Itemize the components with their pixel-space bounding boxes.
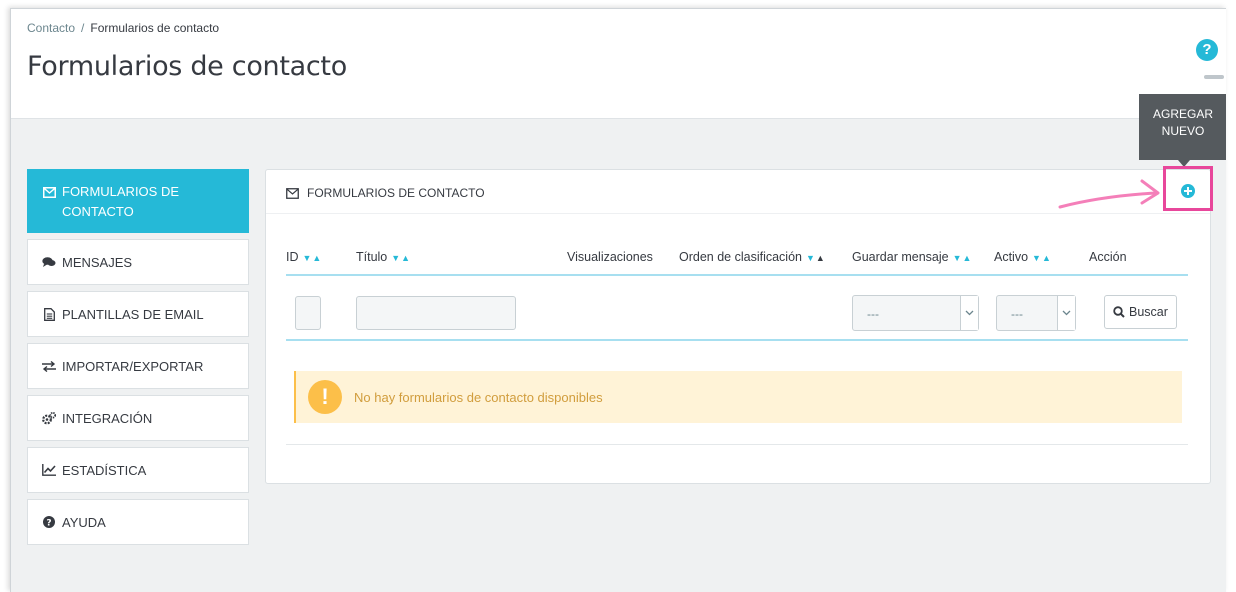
- envelope-icon: [42, 185, 56, 199]
- exchange-icon: [42, 359, 56, 373]
- annotation-arrow-icon: [1058, 179, 1160, 209]
- help-icon[interactable]: ?: [1196, 39, 1218, 61]
- line-chart-icon: [42, 463, 56, 477]
- svg-text:?: ?: [46, 518, 51, 528]
- filter-titulo-input[interactable]: [356, 296, 516, 330]
- page-header: Contacto / Formularios de contacto Formula…: [11, 9, 1226, 119]
- divider: [286, 444, 1188, 445]
- select-value: ---: [1011, 307, 1023, 321]
- sidebar-item-label: FORMULARIOS DE CONTACTO: [62, 184, 180, 219]
- sidebar-item-label: INTEGRACIÓN: [62, 410, 153, 426]
- search-button-label: Buscar: [1129, 305, 1168, 319]
- breadcrumb-separator: /: [81, 21, 85, 35]
- comments-icon: [42, 255, 56, 269]
- tooltip-line1: AGREGAR: [1152, 107, 1213, 121]
- add-new-tooltip: AGREGAR NUEVO: [1139, 94, 1226, 160]
- sidebar-item-label: PLANTILLAS DE EMAIL: [62, 306, 204, 322]
- search-icon: [1113, 306, 1125, 318]
- tooltip-line2: NUEVO: [1161, 124, 1205, 138]
- sort-icon: ▼▲: [952, 253, 973, 263]
- search-button[interactable]: Buscar: [1104, 295, 1177, 329]
- panel-title: FORMULARIOS DE CONTACTO: [286, 186, 485, 200]
- sidebar-item-plantillas[interactable]: PLANTILLAS DE EMAIL: [27, 291, 249, 337]
- column-visualizaciones: Visualizaciones: [567, 250, 653, 264]
- help-label-peek: [1204, 75, 1224, 79]
- envelope-icon: [286, 187, 299, 199]
- add-new-button[interactable]: [1181, 184, 1195, 198]
- sort-icon: ▼▲: [805, 253, 826, 263]
- select-value: ---: [867, 307, 879, 321]
- sidebar-item-label: AYUDA: [62, 514, 106, 530]
- sidebar-item-formularios[interactable]: FORMULARIOS DE CONTACTO: [27, 169, 249, 233]
- chevron-down-icon: [960, 296, 978, 330]
- column-accion: Acción: [1089, 250, 1127, 264]
- filter-guardar-mensaje-select[interactable]: ---: [852, 295, 979, 331]
- sidebar-item-estadistica[interactable]: ESTADÍSTICA: [27, 447, 249, 493]
- sidebar-item-label: ESTADÍSTICA: [62, 462, 147, 478]
- app-frame: Contacto / Formularios de contacto Formula…: [10, 8, 1226, 592]
- table-header: ID ▼▲ Título ▼▲ Visualizaciones Orden de c…: [286, 250, 1188, 276]
- sidebar-item-mensajes[interactable]: MENSAJES: [27, 239, 249, 285]
- empty-state-alert: ! No hay formularios de contacto disponi…: [294, 371, 1182, 423]
- sort-icon: ▼▲: [302, 253, 323, 263]
- sidebar-item-integracion[interactable]: INTEGRACIÓN: [27, 395, 249, 441]
- column-guardar-mensaje[interactable]: Guardar mensaje ▼▲: [852, 250, 972, 264]
- breadcrumb: Contacto / Formularios de contacto: [27, 21, 219, 35]
- filter-activo-select[interactable]: ---: [996, 295, 1076, 331]
- breadcrumb-parent[interactable]: Contacto: [27, 21, 75, 35]
- sidebar-item-label: IMPORTAR/EXPORTAR: [62, 358, 204, 374]
- filter-row: --- --- Buscar: [286, 278, 1188, 341]
- warning-icon: !: [308, 380, 342, 414]
- column-activo[interactable]: Activo ▼▲: [994, 250, 1052, 264]
- sidebar-item-importar[interactable]: IMPORTAR/EXPORTAR: [27, 343, 249, 389]
- sidebar: FORMULARIOS DE CONTACTO MENSAJES PLANTILL…: [27, 169, 249, 551]
- panel-title-text: FORMULARIOS DE CONTACTO: [307, 186, 485, 200]
- column-orden[interactable]: Orden de clasificación ▼▲: [679, 250, 826, 264]
- page-title: Formularios de contacto: [27, 51, 347, 82]
- file-icon: [42, 307, 56, 321]
- sidebar-item-ayuda[interactable]: ? AYUDA: [27, 499, 249, 545]
- sort-icon: ▼▲: [1032, 253, 1052, 263]
- sidebar-item-label: MENSAJES: [62, 254, 133, 270]
- empty-message: No hay formularios de contacto disponibl…: [354, 389, 603, 405]
- chevron-down-icon: [1057, 296, 1075, 330]
- breadcrumb-current: Formularios de contacto: [90, 21, 220, 35]
- sort-icon: ▼▲: [391, 253, 412, 263]
- column-id[interactable]: ID ▼▲: [286, 250, 322, 264]
- question-circle-icon: ?: [42, 515, 56, 529]
- cogs-icon: [42, 411, 56, 425]
- filter-id-input[interactable]: [295, 296, 321, 330]
- column-titulo[interactable]: Título ▼▲: [356, 250, 411, 264]
